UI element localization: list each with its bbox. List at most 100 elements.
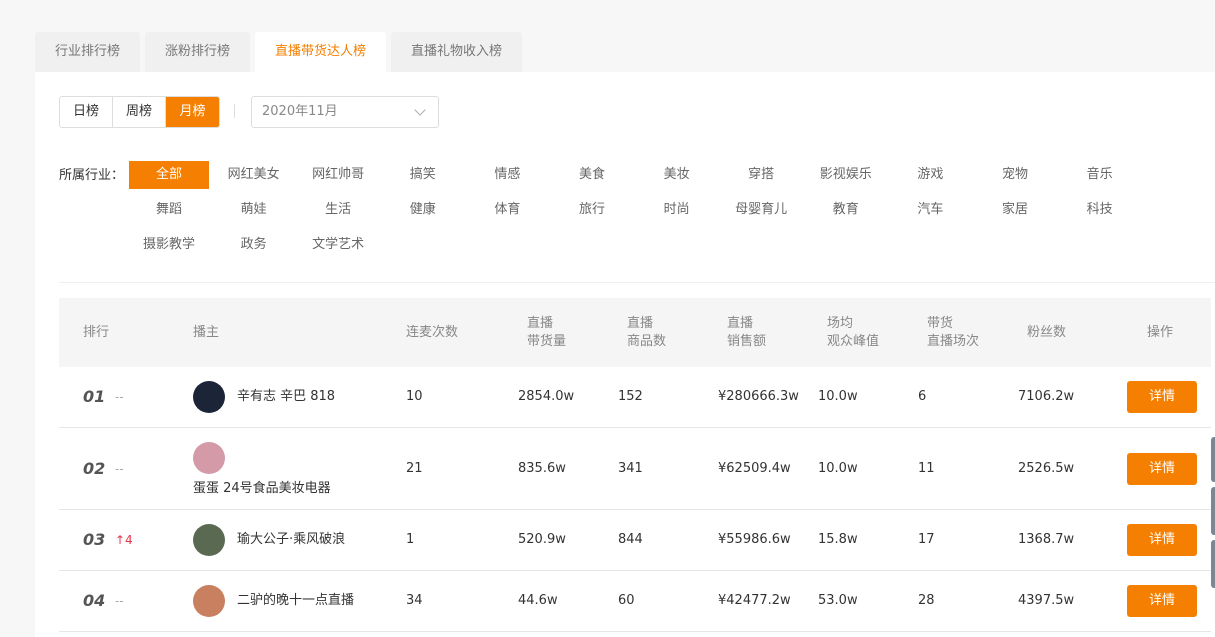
column-header: 场均 观众峰值 [827,315,879,351]
industry-filter-item[interactable]: 生活 [298,196,378,224]
industry-filter-item[interactable]: 政务 [214,231,294,259]
industry-filter-item[interactable]: 网红帅哥 [298,161,378,189]
industry-filter-item[interactable]: 健康 [383,196,463,224]
tab-live-sales[interactable]: 直播带货达人榜 [255,32,386,72]
side-float-button[interactable] [1211,487,1215,535]
rank-change: -- [115,460,124,478]
cell-lianmai: 1 [406,531,414,549]
industry-filter-item[interactable]: 教育 [806,196,886,224]
cell-sales: ¥62509.4w [718,460,791,478]
cell-peak: 10.0w [818,388,858,406]
divider [59,282,1215,283]
table-row: 03 ↑4 瑜大公子·乘风破浪 1 520.9w 844 ¥55986.6w 15.8w 1… [59,510,1211,571]
period-monthly[interactable]: 月榜 [166,97,219,127]
table-row: 04 -- 二驴的晚十一点直播 34 44.6w 60 ¥42477.2w 53.0w 28… [59,571,1211,632]
streamer-name[interactable]: 辛有志 辛巴 818 [237,388,335,406]
cell-fans: 1368.7w [1018,531,1074,549]
cell-lianmai: 21 [406,460,423,478]
table-header: 排行播主连麦次数直播 带货量直播 商品数直播 销售额场均 观众峰值带货 直播场次… [59,298,1211,367]
streamer-name[interactable]: 瑜大公子·乘风破浪 [237,531,345,549]
industry-filter-item[interactable]: 游戏 [890,161,970,189]
industry-filter-item[interactable]: 文学艺术 [298,231,378,259]
rank-number: 04 [83,592,105,610]
cell-fans: 7106.2w [1018,388,1074,406]
cell-volume: 44.6w [518,592,558,610]
cell-volume: 520.9w [518,531,566,549]
cell-peak: 10.0w [818,460,858,478]
industry-filter-item[interactable]: 情感 [467,161,547,189]
cell-peak: 15.8w [818,531,858,549]
avatar[interactable] [193,524,225,556]
column-header: 排行 [83,324,109,342]
period-daily[interactable]: 日榜 [60,97,113,127]
detail-button[interactable]: 详情 [1127,585,1197,617]
main-panel: 日榜 周榜 月榜 2020年11月 所属行业： 全部网红美女网红帅哥搞笑情感美食… [35,72,1215,637]
cell-goods: 844 [618,531,643,549]
avatar[interactable] [193,442,225,474]
cell-volume: 835.6w [518,460,566,478]
side-float-button[interactable] [1211,437,1215,482]
rank-change: -- [115,592,124,610]
table-row: 02 -- 蛋蛋 24号食品美妆电器21835.6w341¥62509.4w10… [59,428,1211,510]
cell-peak: 53.0w [818,592,858,610]
cell-sales: ¥280666.3w [718,388,799,406]
cell-sales: ¥42477.2w [718,592,791,610]
industry-filter-item[interactable]: 影视娱乐 [806,161,886,189]
industry-filter-item[interactable]: 全部 [129,161,209,189]
cell-lianmai: 10 [406,388,423,406]
industry-filter-item[interactable]: 时尚 [637,196,717,224]
ranking-table: 排行播主连麦次数直播 带货量直播 商品数直播 销售额场均 观众峰值带货 直播场次… [59,298,1211,632]
period-toggle: 日榜 周榜 月榜 [59,96,220,128]
industry-filter-item[interactable]: 美妆 [637,161,717,189]
tab-industry[interactable]: 行业排行榜 [35,32,140,72]
industry-filter-item[interactable]: 穿搭 [721,161,801,189]
rank-change: -- [115,388,124,406]
industry-filter-item[interactable]: 母婴育儿 [721,196,801,224]
column-header: 连麦次数 [406,324,458,342]
cell-goods: 60 [618,592,635,610]
detail-button[interactable]: 详情 [1127,453,1197,485]
industry-filter-item[interactable]: 旅行 [552,196,632,224]
streamer-name[interactable]: 二驴的晚十一点直播 [237,592,354,610]
cell-lianmai: 34 [406,592,423,610]
tab-fans-growth[interactable]: 涨粉排行榜 [145,32,250,72]
industry-filter-item[interactable]: 搞笑 [383,161,463,189]
month-value: 2020年11月 [262,104,338,119]
detail-button[interactable]: 详情 [1127,381,1197,413]
industry-filter-item[interactable]: 体育 [467,196,547,224]
rank-change: ↑4 [115,531,133,549]
avatar[interactable] [193,381,225,413]
rank-number: 03 [83,531,105,549]
industry-filter-item[interactable]: 美食 [552,161,632,189]
cell-sessions: 11 [918,460,935,478]
cell-sales: ¥55986.6w [718,531,791,549]
avatar[interactable] [193,585,225,617]
industry-filter-item[interactable]: 科技 [1060,196,1140,224]
industry-filter-item[interactable]: 家居 [975,196,1055,224]
industry-label: 所属行业： [59,164,124,183]
industry-filter-item[interactable]: 萌娃 [214,196,294,224]
detail-button[interactable]: 详情 [1127,524,1197,556]
column-header: 带货 直播场次 [927,315,979,351]
cell-sessions: 17 [918,531,935,549]
period-weekly[interactable]: 周榜 [113,97,166,127]
industry-filter-item[interactable]: 宠物 [975,161,1055,189]
industry-filter-item[interactable]: 摄影教学 [129,231,209,259]
column-header: 直播 商品数 [627,315,666,351]
industry-filter-item[interactable]: 舞蹈 [129,196,209,224]
cell-fans: 2526.5w [1018,460,1074,478]
industry-filter-item[interactable]: 网红美女 [214,161,294,189]
chevron-down-icon [414,104,425,115]
cell-sessions: 6 [918,388,926,406]
ranking-tabs: 行业排行榜 涨粉排行榜 直播带货达人榜 直播礼物收入榜 [35,32,522,72]
column-header: 粉丝数 [1027,324,1066,342]
tab-gift-income[interactable]: 直播礼物收入榜 [391,32,522,72]
cell-sessions: 28 [918,592,935,610]
month-select[interactable]: 2020年11月 [251,96,439,128]
streamer-name[interactable]: 蛋蛋 24号食品美妆电器 [193,477,331,496]
column-header: 直播 带货量 [527,315,566,351]
side-float-button[interactable] [1211,540,1215,588]
industry-filter-item[interactable]: 汽车 [890,196,970,224]
divider [234,104,235,118]
industry-filter-item[interactable]: 音乐 [1060,161,1140,189]
